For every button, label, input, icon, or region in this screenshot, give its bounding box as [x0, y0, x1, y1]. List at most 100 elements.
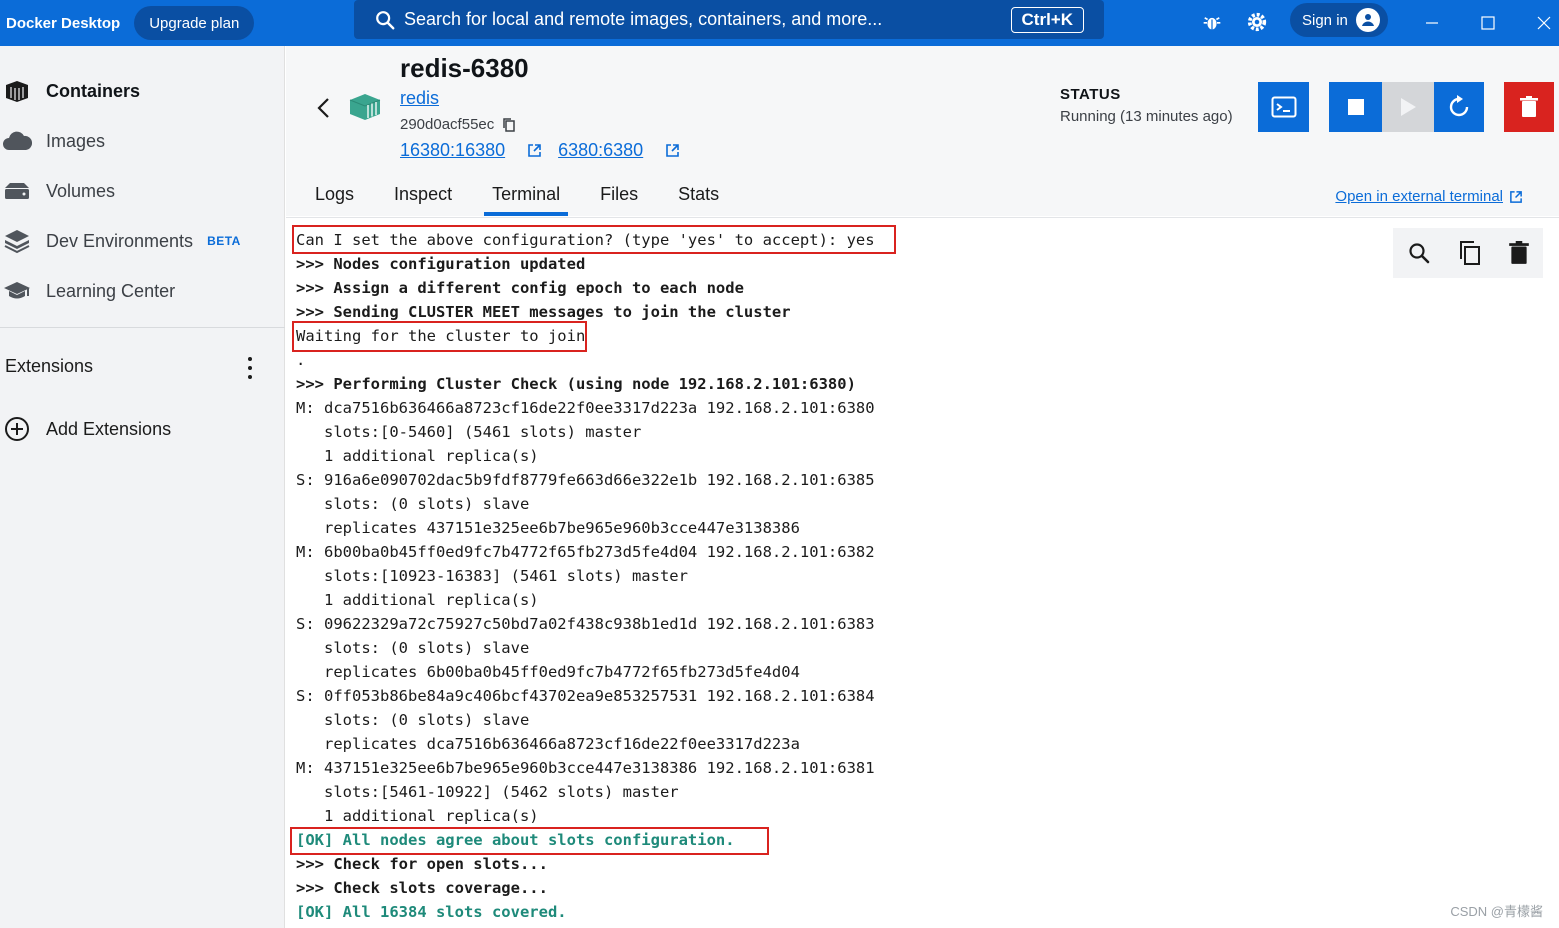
sidebar-item-dev-environments[interactable]: Dev Environments BETA — [0, 221, 285, 261]
sidebar-item-label: Images — [46, 130, 106, 151]
highlight-box — [292, 225, 896, 254]
terminal-line: 1 additional replica(s) — [296, 591, 539, 609]
port-link-label: 6380:6380 — [558, 140, 644, 160]
sign-in-label: Sign in — [1302, 11, 1348, 29]
dev-environments-icon — [0, 227, 34, 255]
search-icon[interactable] — [1407, 241, 1431, 265]
tab-terminal[interactable]: Terminal — [484, 172, 569, 216]
extensions-more-icon[interactable] — [240, 355, 260, 381]
terminal-line: >>> Check slots coverage... — [296, 879, 548, 897]
upgrade-plan-button[interactable]: Upgrade plan — [134, 6, 255, 40]
port-link-label: 16380:16380 — [400, 140, 506, 160]
terminal-toolbar — [1393, 228, 1543, 278]
tab-files[interactable]: Files — [600, 172, 638, 216]
terminal-line: replicates dca7516b636466a8723cf16de22f0… — [296, 735, 800, 753]
sidebar-item-learning-center[interactable]: Learning Center — [0, 271, 285, 311]
watermark: CSDN @青檬酱 — [1450, 904, 1543, 919]
open-external-terminal-link[interactable]: Open in external terminal — [1335, 188, 1523, 205]
volumes-icon — [0, 177, 34, 205]
container-id: 290d0acf55ec — [400, 116, 516, 133]
play-icon — [1401, 98, 1416, 116]
terminal-line: slots: (0 slots) slave — [296, 639, 530, 657]
sidebar: Containers Images Volumes Dev Environmen… — [0, 46, 285, 928]
external-link-icon — [1510, 190, 1522, 203]
stop-button[interactable] — [1329, 82, 1382, 132]
restart-button[interactable] — [1434, 82, 1484, 132]
sidebar-item-label: Containers — [46, 80, 141, 101]
terminal-line: >>> Assign a different config epoch to e… — [296, 279, 744, 297]
terminal-line: M: 437151e325ee6b7be965e960b3cce447e3138… — [296, 759, 875, 777]
terminal-line: slots:[5461-10922] (5462 slots) master — [296, 783, 679, 801]
highlight-box — [292, 321, 587, 352]
terminal-line: slots: (0 slots) slave — [296, 495, 530, 513]
terminal-line: 1 additional replica(s) — [296, 807, 539, 825]
terminal-line: S: 916a6e090702dac5b9fdf8779fe663d66e322… — [296, 471, 875, 489]
app-title: Docker Desktop — [6, 14, 121, 32]
status-label: STATUS — [1060, 86, 1121, 103]
search-shortcut-badge: Ctrl+K — [1010, 7, 1084, 33]
minimize-icon[interactable] — [1417, 8, 1447, 38]
port-links: 16380:16380 6380:6380 — [400, 140, 696, 161]
gear-icon[interactable] — [1244, 9, 1270, 35]
stop-icon — [1347, 99, 1364, 115]
terminal-line: M: 6b00ba0b45ff0ed9fc7b4772f65fb273d5fe4… — [296, 543, 875, 561]
avatar-icon — [1355, 8, 1380, 32]
back-arrow-icon[interactable] — [314, 96, 334, 120]
sign-in-button[interactable]: Sign in — [1290, 3, 1388, 37]
terminal-icon — [1271, 96, 1296, 118]
tab-stats[interactable]: Stats — [678, 172, 719, 216]
sidebar-item-containers[interactable]: Containers — [0, 71, 285, 111]
sidebar-item-label: Volumes — [46, 180, 116, 201]
image-link[interactable]: redis — [400, 88, 439, 109]
search-placeholder: Search for local and remote images, cont… — [404, 9, 883, 29]
terminal-line: slots: (0 slots) slave — [296, 711, 530, 729]
container-id-value: 290d0acf55ec — [400, 116, 495, 133]
highlight-box — [290, 827, 769, 855]
trash-icon[interactable] — [1509, 241, 1530, 265]
restart-icon — [1449, 95, 1469, 117]
tab-logs[interactable]: Logs — [315, 172, 354, 216]
copy-icon[interactable] — [1458, 240, 1482, 266]
external-link-icon — [666, 144, 680, 157]
terminal-line: replicates 6b00ba0b45ff0ed9fc7b4772f65fb… — [296, 663, 800, 681]
copy-icon[interactable] — [502, 117, 516, 133]
terminal-line: >>> Check for open slots... — [296, 855, 548, 873]
terminal-panel[interactable]: Can I set the above configuration? (type… — [286, 217, 1559, 928]
terminal-line: >>> Nodes configuration updated — [296, 255, 586, 273]
container-header: redis-6380 redis 290d0acf55ec 16380:1638… — [286, 46, 1559, 216]
add-circle-icon — [0, 415, 34, 443]
terminal-line: >>> Performing Cluster Check (using node… — [296, 375, 856, 393]
terminal-line: S: 0ff053b86be84a9c406bcf43702ea9e853257… — [296, 687, 875, 705]
sidebar-item-images[interactable]: Images — [0, 121, 285, 161]
terminal-line: slots:[0-5460] (5461 slots) master — [296, 423, 642, 441]
open-cli-button[interactable] — [1258, 82, 1309, 132]
tab-inspect[interactable]: Inspect — [394, 172, 452, 216]
global-search-bar[interactable]: Search for local and remote images, cont… — [354, 0, 1104, 39]
extensions-title: Extensions — [5, 356, 94, 376]
bug-icon[interactable] — [1199, 9, 1225, 35]
terminal-line: replicates 437151e325ee6b7be965e960b3cce… — [296, 519, 800, 537]
learning-center-icon — [0, 277, 34, 305]
port-link[interactable]: 16380:16380 — [400, 140, 542, 161]
beta-badge: BETA — [207, 234, 241, 248]
terminal-line: 1 additional replica(s) — [296, 447, 539, 465]
maximize-icon[interactable] — [1473, 8, 1503, 38]
containers-icon — [0, 77, 34, 105]
delete-button[interactable] — [1504, 82, 1554, 132]
container-cube-icon — [349, 94, 381, 120]
add-extensions-label: Add Extensions — [46, 418, 172, 439]
add-extensions-button[interactable]: Add Extensions — [0, 409, 285, 449]
images-icon — [0, 127, 34, 155]
sidebar-item-label: Learning Center — [46, 280, 176, 301]
container-name: redis-6380 — [400, 53, 529, 83]
sidebar-item-volumes[interactable]: Volumes — [0, 171, 285, 211]
terminal-line: slots:[10923-16383] (5461 slots) master — [296, 567, 688, 585]
top-bar: Docker Desktop Upgrade plan Search for l… — [0, 0, 1559, 46]
close-icon[interactable] — [1529, 8, 1559, 38]
start-button[interactable] — [1382, 82, 1434, 132]
status-value: Running (13 minutes ago) — [1060, 108, 1233, 125]
trash-icon — [1520, 96, 1538, 117]
search-icon — [376, 10, 395, 29]
port-link[interactable]: 6380:6380 — [558, 140, 680, 161]
sidebar-divider — [0, 327, 285, 328]
